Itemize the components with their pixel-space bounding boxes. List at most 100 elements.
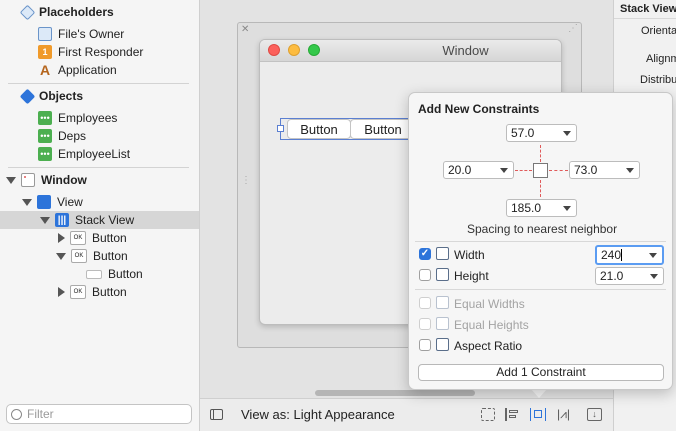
divider [8, 83, 189, 84]
cube-icon [19, 88, 36, 104]
divider [415, 289, 666, 290]
top-spacing-field[interactable]: 57.0 [506, 124, 577, 142]
constraint-center-box [533, 163, 548, 178]
add-constraints-icon[interactable] [530, 408, 546, 421]
equal-widths-checkbox[interactable] [419, 297, 431, 309]
cube-icon [38, 27, 52, 41]
left-spacing-field[interactable]: 20.0 [443, 161, 514, 179]
disclosure-triangle-expanded-icon[interactable] [6, 176, 16, 184]
disclosure-triangle-expanded-icon[interactable] [56, 252, 66, 260]
width-checkbox[interactable]: ✓ [419, 248, 431, 260]
right-spacing-field[interactable]: 73.0 [569, 161, 640, 179]
button-label: Button [93, 249, 128, 263]
outline-item-button[interactable]: OK Button [56, 247, 128, 265]
first-responder-icon: 1 [38, 45, 52, 59]
chevron-down-icon [650, 274, 658, 279]
outline-item-files-owner[interactable]: File's Owner [38, 25, 124, 43]
chevron-down-icon [649, 253, 657, 258]
application-icon: A [39, 62, 51, 78]
height-value: 21.0 [600, 269, 624, 283]
button-icon: OK [70, 285, 86, 299]
outline-item-window[interactable]: Window [6, 171, 87, 189]
view-icon [37, 195, 51, 209]
update-frames-icon[interactable] [481, 408, 495, 421]
outline-item-button-cell[interactable]: Button [86, 265, 143, 283]
spacing-caption: Spacing to nearest neighbor [467, 222, 618, 236]
object-icon: ••• [38, 111, 52, 125]
stack-button-1[interactable]: Button [287, 119, 351, 139]
chevron-down-icon [500, 168, 508, 173]
right-strut-icon[interactable] [549, 170, 568, 171]
width-value-field[interactable]: 240 [595, 245, 664, 265]
left-strut-icon[interactable] [515, 170, 532, 171]
outline-item-view[interactable]: View [22, 193, 83, 211]
resize-handle-icon[interactable]: ⋰ [568, 23, 578, 34]
object-icon: ••• [38, 129, 52, 143]
toggle-outline-icon[interactable] [210, 409, 223, 420]
stack-view-label: Stack View [75, 213, 135, 227]
window-title: Window [442, 43, 489, 58]
object-icon: ••• [38, 147, 52, 161]
filter-field[interactable]: Filter [6, 404, 192, 424]
text-cursor [621, 249, 623, 261]
height-value-field[interactable]: 21.0 [595, 267, 664, 285]
inspector-title: Stack View [620, 3, 676, 15]
height-constraint-icon [436, 268, 449, 281]
window-icon [21, 173, 35, 187]
height-checkbox[interactable] [419, 269, 431, 281]
chevron-down-icon [626, 168, 634, 173]
disclosure-triangle-collapsed-icon[interactable] [58, 233, 65, 243]
height-label: Height [454, 269, 489, 283]
popover-arrow [531, 389, 547, 398]
view-as-label[interactable]: View as: Light Appearance [241, 407, 395, 422]
outline-item-employees[interactable]: ••• Employees [38, 109, 117, 127]
divider [614, 18, 676, 19]
distribution-label: Distribu [640, 74, 676, 86]
filter-placeholder: Filter [27, 407, 54, 421]
placeholders-section[interactable]: Placeholders [19, 3, 114, 21]
button-icon: OK [71, 249, 87, 263]
view-label: View [57, 195, 83, 209]
stack-button-2[interactable]: Button [350, 119, 416, 139]
drag-handle-icon[interactable]: ⋮ [241, 175, 251, 186]
outline-item-application[interactable]: A Application [38, 61, 117, 79]
align-icon[interactable] [505, 408, 519, 421]
filter-icon [11, 408, 22, 420]
outline-item-employee-list[interactable]: ••• EmployeeList [38, 145, 130, 163]
button-label: Button [92, 285, 127, 299]
bottom-spacing-value: 185.0 [511, 201, 542, 215]
left-spacing-value: 20.0 [448, 163, 472, 177]
bottom-spacing-field[interactable]: 185.0 [506, 199, 577, 217]
chevron-down-icon [563, 206, 571, 211]
resolve-issues-icon[interactable]: |⩘| [557, 407, 570, 422]
disclosure-triangle-expanded-icon[interactable] [22, 198, 32, 206]
equal-heights-icon [436, 317, 449, 330]
objects-section[interactable]: Objects [19, 87, 83, 105]
close-scene-icon[interactable]: ✕ [241, 24, 249, 35]
top-strut-icon[interactable] [540, 145, 541, 162]
outline-item-stack-view[interactable]: ||| Stack View [0, 211, 199, 229]
canvas-bottom-bar: View as: Light Appearance |⩘| ↓ [200, 398, 613, 431]
top-spacing-value: 57.0 [511, 126, 535, 140]
outline-item-button[interactable]: OK Button [56, 229, 127, 247]
selection-handle[interactable] [277, 125, 284, 132]
outline-item-deps[interactable]: ••• Deps [38, 127, 86, 145]
divider [8, 167, 189, 168]
embed-in-icon[interactable]: ↓ [587, 408, 602, 421]
width-label: Width [454, 248, 485, 262]
aspect-ratio-checkbox[interactable] [419, 339, 431, 351]
bottom-strut-icon[interactable] [540, 180, 541, 197]
disclosure-triangle-collapsed-icon[interactable] [58, 287, 65, 297]
orientation-label: Orienta [641, 25, 676, 37]
equal-widths-icon [436, 296, 449, 309]
outline-item-button[interactable]: OK Button [56, 283, 127, 301]
alignment-label: Alignm [646, 53, 676, 65]
disclosure-triangle-expanded-icon[interactable] [40, 216, 50, 224]
employees-label: Employees [58, 111, 118, 125]
equal-heights-checkbox[interactable] [419, 318, 431, 330]
horizontal-scrollbar[interactable] [315, 390, 475, 396]
placeholders-header: Placeholders [39, 5, 114, 19]
add-constraint-button[interactable]: Add 1 Constraint [418, 364, 664, 381]
outline-item-first-responder[interactable]: 1 First Responder [38, 43, 143, 61]
application-label: Application [58, 63, 117, 77]
